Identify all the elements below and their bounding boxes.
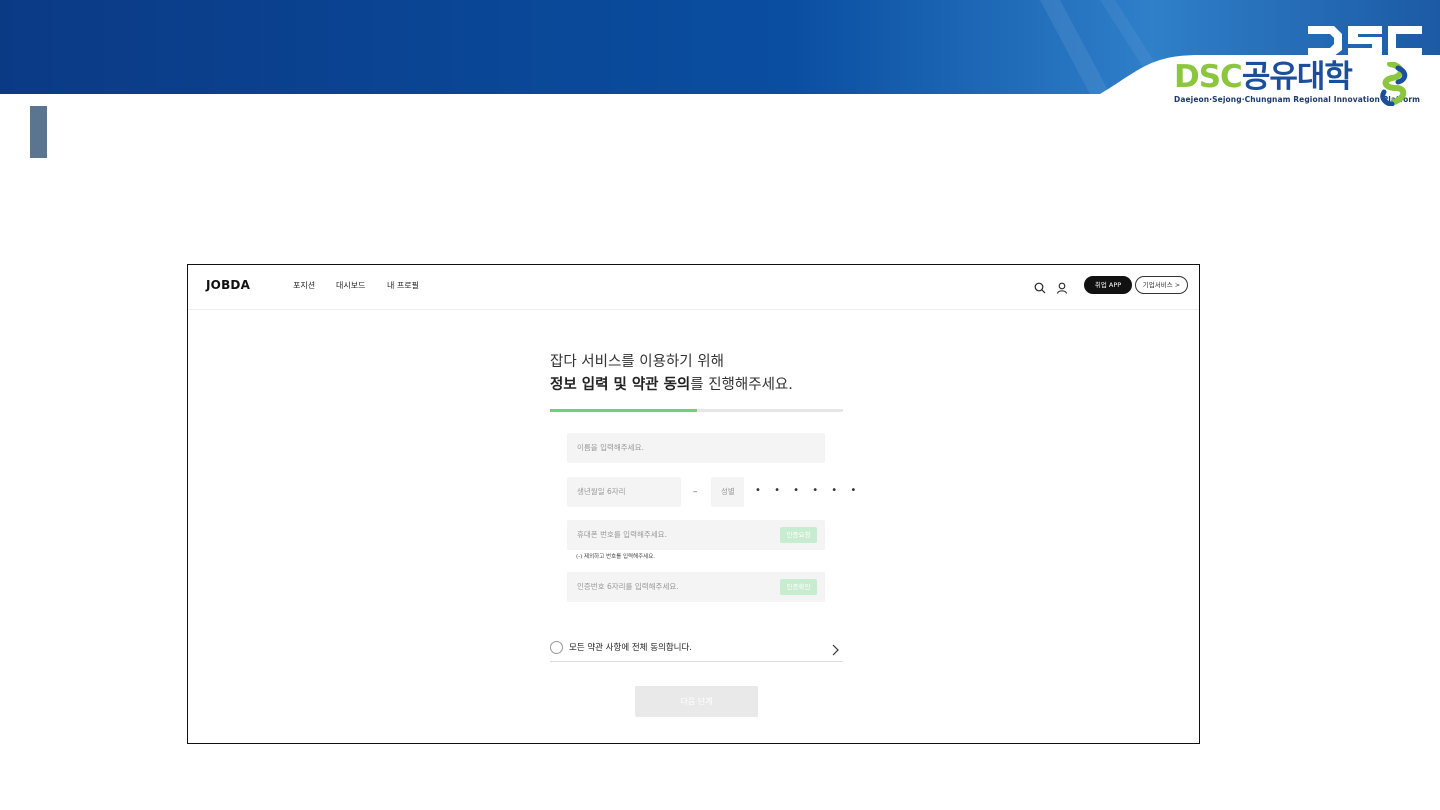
- next-step-button[interactable]: 다음 단계: [635, 686, 758, 717]
- agree-all-row[interactable]: 모든 약관 사항에 전체 동의합니다.: [550, 640, 843, 662]
- dsc-swirl-icon: [1380, 62, 1408, 106]
- name-placeholder: 이름을 입력해주세요.: [577, 443, 644, 452]
- job-app-button[interactable]: 취업 APP: [1084, 276, 1132, 294]
- heading-emphasis: 정보 입력 및 약관 동의: [550, 377, 691, 393]
- jobda-header: JOBDA 포지션 대시보드 내 프로필 취업 APP 기업서비스 >: [188, 265, 1199, 310]
- gender-placeholder: 성별: [721, 487, 735, 496]
- nav-dashboard[interactable]: 대시보드: [336, 280, 365, 291]
- agree-all-radio[interactable]: [550, 641, 563, 654]
- birthdate-placeholder: 생년월일 6자리: [577, 487, 626, 496]
- agree-all-label: 모든 약관 사항에 전체 동의합니다.: [569, 643, 692, 653]
- dsc-university-logo: DSC공유대학 Daejeon·Sejong·Chungnam Regional…: [1174, 59, 1420, 110]
- verify-code-button[interactable]: 인증확인: [780, 579, 817, 595]
- masked-digits: • • • • • •: [755, 485, 862, 496]
- jobda-screenshot: JOBDA 포지션 대시보드 내 프로필 취업 APP 기업서비스 > 잡다 서…: [187, 264, 1200, 744]
- gender-input[interactable]: 성별: [711, 477, 744, 507]
- phone-hint: (-) 제외하고 번호를 입력해주세요.: [576, 554, 656, 560]
- name-input[interactable]: 이름을 입력해주세요.: [567, 433, 825, 463]
- user-icon[interactable]: [1056, 279, 1068, 298]
- nav-my-profile[interactable]: 내 프로필: [387, 280, 419, 291]
- phone-placeholder: 휴대폰 번호를 입력해주세요.: [577, 530, 667, 539]
- business-service-button[interactable]: 기업서비스 >: [1135, 276, 1188, 294]
- dsc-wordmark: DSC공유대학: [1174, 59, 1353, 95]
- chevron-right-icon[interactable]: [831, 641, 840, 660]
- signup-progress-bar: [550, 409, 843, 412]
- birthdate-input[interactable]: 생년월일 6자리: [567, 477, 681, 507]
- nav-positions[interactable]: 포지션: [293, 280, 315, 291]
- intro-heading-line1: 잡다 서비스를 이용하기 위해: [550, 354, 724, 370]
- dsc-korean-name: 공유대학: [1241, 59, 1353, 95]
- dsc-mark-logo: [1306, 22, 1424, 62]
- id-dash: –: [693, 487, 698, 497]
- heading-rest: 를 진행해주세요.: [690, 377, 793, 393]
- dsc-letters: DSC: [1174, 59, 1243, 95]
- intro-heading-line2: 정보 입력 및 약관 동의를 진행해주세요.: [550, 373, 793, 394]
- search-icon[interactable]: [1034, 279, 1046, 298]
- request-code-button[interactable]: 인증요청: [780, 527, 817, 543]
- verification-placeholder: 인증번호 6자리를 입력해주세요.: [577, 582, 679, 591]
- slide-accent-bar: [30, 106, 47, 158]
- jobda-logo[interactable]: JOBDA: [206, 278, 250, 292]
- signup-progress-fill: [550, 409, 697, 412]
